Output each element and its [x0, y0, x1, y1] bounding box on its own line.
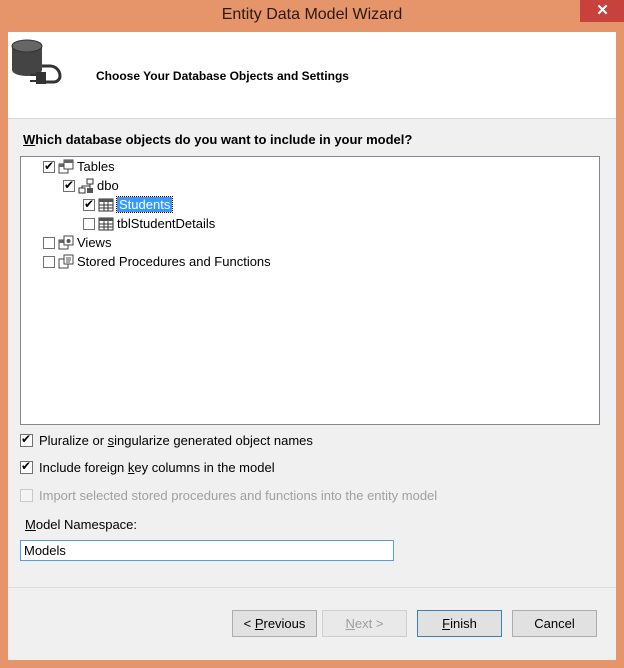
tbl-student-details-label: tblStudentDetails	[117, 216, 216, 231]
stored-procedures-checkbox[interactable]	[43, 255, 55, 268]
table-icon	[98, 217, 114, 230]
stored-procedures-label: Stored Procedures and Functions	[77, 254, 271, 269]
tree-node-students[interactable]: Students	[83, 195, 174, 214]
import-procedures-label: Import selected stored procedures and fu…	[39, 488, 438, 503]
model-namespace-label: Model Namespace:	[25, 517, 137, 532]
wizard-header: Choose Your Database Objects and Setting…	[8, 32, 616, 119]
pluralize-label: Pluralize or singularize generated objec…	[39, 433, 313, 448]
stored-procedures-icon	[58, 254, 74, 268]
previous-button[interactable]: < Previous	[232, 610, 317, 637]
namespace-label-text: odel Namespace:	[35, 517, 138, 532]
close-button[interactable]: ✕	[580, 0, 624, 22]
finish-button[interactable]: Finish	[417, 610, 502, 637]
pluralize-label-pre: Pluralize or	[39, 433, 108, 448]
dbo-checkbox[interactable]	[63, 178, 75, 192]
tree-node-stored-procedures[interactable]: Stored Procedures and Functions	[43, 252, 271, 271]
next-button-post: ext >	[354, 616, 384, 631]
objects-question-label: Which database objects do you want to in…	[23, 132, 412, 147]
window-title: Entity Data Model Wizard	[221, 6, 403, 23]
tables-checkbox[interactable]	[43, 159, 55, 173]
wizard-content: Choose Your Database Objects and Setting…	[8, 32, 616, 660]
import-procedures-checkbox	[20, 489, 33, 502]
tree-node-views[interactable]: Views	[43, 233, 111, 252]
pluralize-checkbox[interactable]	[20, 432, 33, 447]
tables-folder-icon	[58, 159, 74, 173]
tree-node-tables[interactable]: Tables	[43, 157, 115, 176]
dbo-label: dbo	[97, 178, 119, 193]
students-checkbox[interactable]	[83, 197, 95, 211]
students-label: Students	[115, 196, 174, 213]
finish-mnemonic: F	[442, 616, 451, 631]
foreign-keys-label: Include foreign key columns in the model	[39, 460, 275, 475]
pluralize-option[interactable]: Pluralize or singularize generated objec…	[20, 432, 313, 448]
namespace-mnemonic: M	[25, 517, 36, 532]
tree-node-tbl-student-details[interactable]: tblStudentDetails	[83, 214, 215, 233]
pluralize-label-post: ingularize generated object names	[114, 433, 313, 448]
views-folder-icon	[58, 235, 74, 249]
tree-node-dbo[interactable]: dbo	[63, 176, 119, 195]
database-plug-icon	[11, 39, 62, 84]
footer-separator	[8, 587, 616, 588]
close-icon: ✕	[596, 2, 609, 19]
title-bar[interactable]: Entity Data Model Wizard ✕	[0, 0, 624, 32]
question-text: hich database objects do you want to inc…	[35, 132, 413, 147]
previous-button-pre: <	[243, 616, 255, 631]
views-checkbox[interactable]	[43, 236, 55, 249]
database-objects-tree[interactable]: Tables dbo Students tblStudentDetails Vi	[20, 156, 600, 425]
schema-icon	[78, 178, 94, 193]
next-mnemonic: N	[345, 616, 355, 631]
previous-button-post: revious	[263, 616, 306, 631]
header-title: Choose Your Database Objects and Setting…	[96, 69, 349, 83]
next-button: Next >	[322, 610, 407, 637]
model-namespace-input[interactable]	[20, 540, 394, 561]
import-procedures-option: Import selected stored procedures and fu…	[20, 488, 437, 503]
finish-button-post: inish	[450, 616, 477, 631]
table-icon	[98, 198, 114, 211]
views-label: Views	[77, 235, 112, 250]
wizard-window: Entity Data Model Wizard ✕ Choose Your D…	[0, 0, 624, 668]
question-mnemonic: W	[23, 132, 36, 147]
foreign-keys-label-post: ey columns in the model	[134, 460, 275, 475]
foreign-keys-label-pre: Include foreign	[39, 460, 128, 475]
foreign-keys-option[interactable]: Include foreign key columns in the model	[20, 459, 275, 475]
foreign-keys-checkbox[interactable]	[20, 459, 33, 474]
tbl-student-details-checkbox[interactable]	[83, 217, 95, 230]
tables-label: Tables	[77, 159, 115, 174]
cancel-button[interactable]: Cancel	[512, 610, 597, 637]
